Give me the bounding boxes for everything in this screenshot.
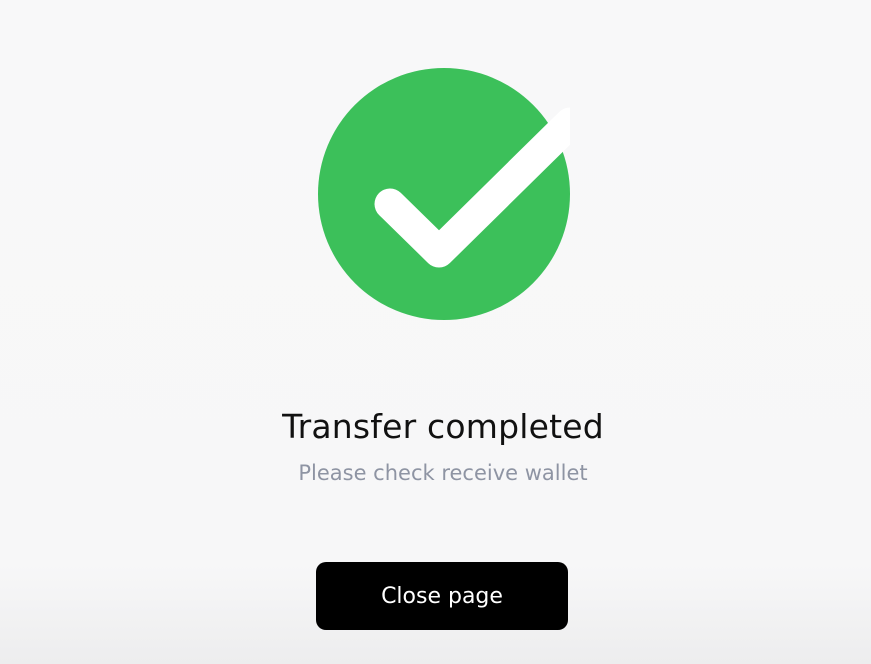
status-subtitle: Please check receive wallet: [298, 461, 588, 485]
check-circle-icon: [318, 68, 570, 320]
check-circle-graphic: [318, 68, 570, 320]
success-circle: [318, 68, 570, 320]
close-page-button[interactable]: Close page: [316, 562, 568, 630]
status-title: Transfer completed: [282, 407, 604, 446]
transfer-success-screen: Transfer completed Please check receive …: [0, 0, 871, 664]
